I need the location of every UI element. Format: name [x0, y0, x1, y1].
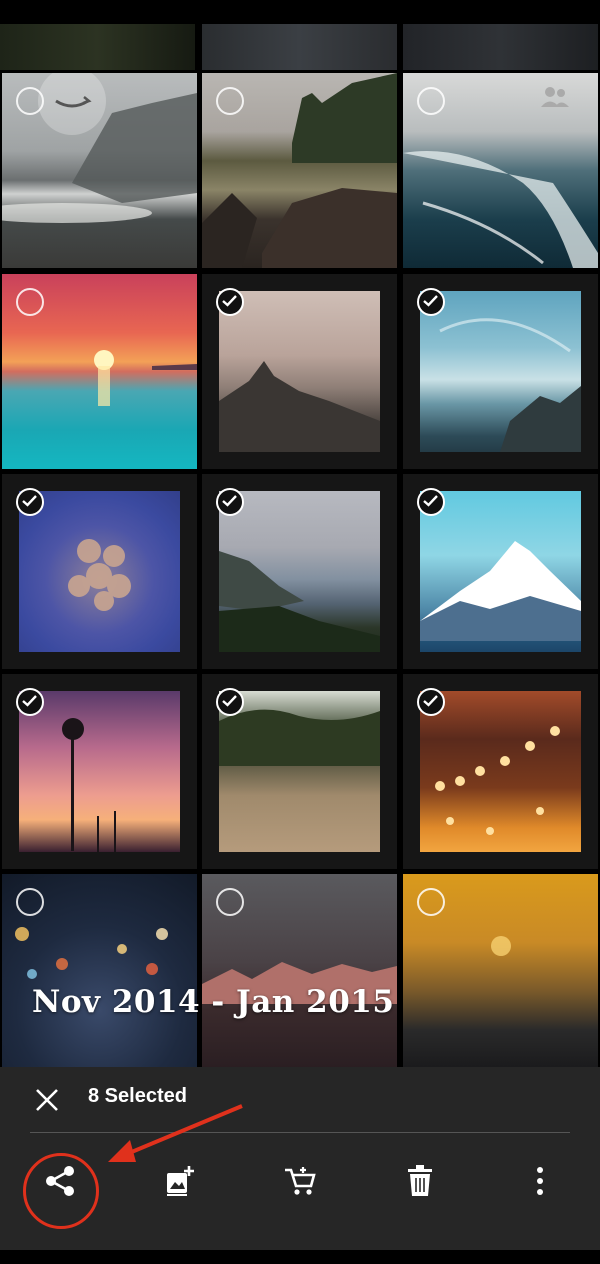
more-options-icon[interactable]	[518, 1159, 562, 1203]
photo-thumbnail[interactable]	[2, 274, 197, 469]
select-checkbox[interactable]	[417, 87, 445, 115]
select-checkbox[interactable]	[216, 288, 244, 316]
photo-thumbnail[interactable]	[403, 474, 598, 669]
photo-thumbnail[interactable]	[2, 474, 197, 669]
select-checkbox[interactable]	[417, 488, 445, 516]
annotation-circle	[23, 1153, 99, 1229]
photo-thumbnail[interactable]	[403, 73, 598, 268]
photo-thumbnail[interactable]	[2, 874, 197, 1069]
close-selection-icon[interactable]	[34, 1087, 60, 1113]
photo-thumbnail[interactable]	[202, 474, 397, 669]
photo-thumbnail[interactable]	[202, 674, 397, 869]
select-checkbox[interactable]	[16, 488, 44, 516]
photo-thumbnail[interactable]	[202, 73, 397, 268]
bottom-edge	[0, 1250, 600, 1264]
selection-action-bar: 8 Selected	[0, 1067, 600, 1250]
photo-thumbnail[interactable]	[0, 24, 195, 70]
select-checkbox[interactable]	[417, 688, 445, 716]
select-checkbox[interactable]	[16, 288, 44, 316]
select-checkbox[interactable]	[216, 688, 244, 716]
select-checkbox[interactable]	[216, 488, 244, 516]
photo-thumbnail[interactable]	[202, 874, 397, 1069]
photo-thumbnail[interactable]	[2, 674, 197, 869]
select-checkbox[interactable]	[216, 888, 244, 916]
photo-thumbnail[interactable]	[202, 24, 397, 70]
family-icon	[539, 85, 571, 113]
photo-thumbnail[interactable]	[202, 274, 397, 469]
order-prints-icon[interactable]	[278, 1159, 322, 1203]
photo-thumbnail[interactable]	[2, 73, 197, 268]
select-checkbox[interactable]	[16, 87, 44, 115]
select-checkbox[interactable]	[417, 288, 445, 316]
annotation-arrow	[108, 1104, 243, 1162]
photo-thumbnail[interactable]	[403, 24, 598, 70]
photo-thumbnail[interactable]	[403, 274, 598, 469]
delete-icon[interactable]	[398, 1159, 442, 1203]
amazon-icon	[38, 73, 106, 135]
select-checkbox[interactable]	[216, 87, 244, 115]
select-checkbox[interactable]	[16, 688, 44, 716]
photo-thumbnail[interactable]	[403, 674, 598, 869]
date-range-label: Nov 2014 - Jan 2015	[32, 984, 395, 1020]
select-checkbox[interactable]	[16, 888, 44, 916]
select-checkbox[interactable]	[417, 888, 445, 916]
photo-thumbnail[interactable]	[403, 874, 598, 1069]
